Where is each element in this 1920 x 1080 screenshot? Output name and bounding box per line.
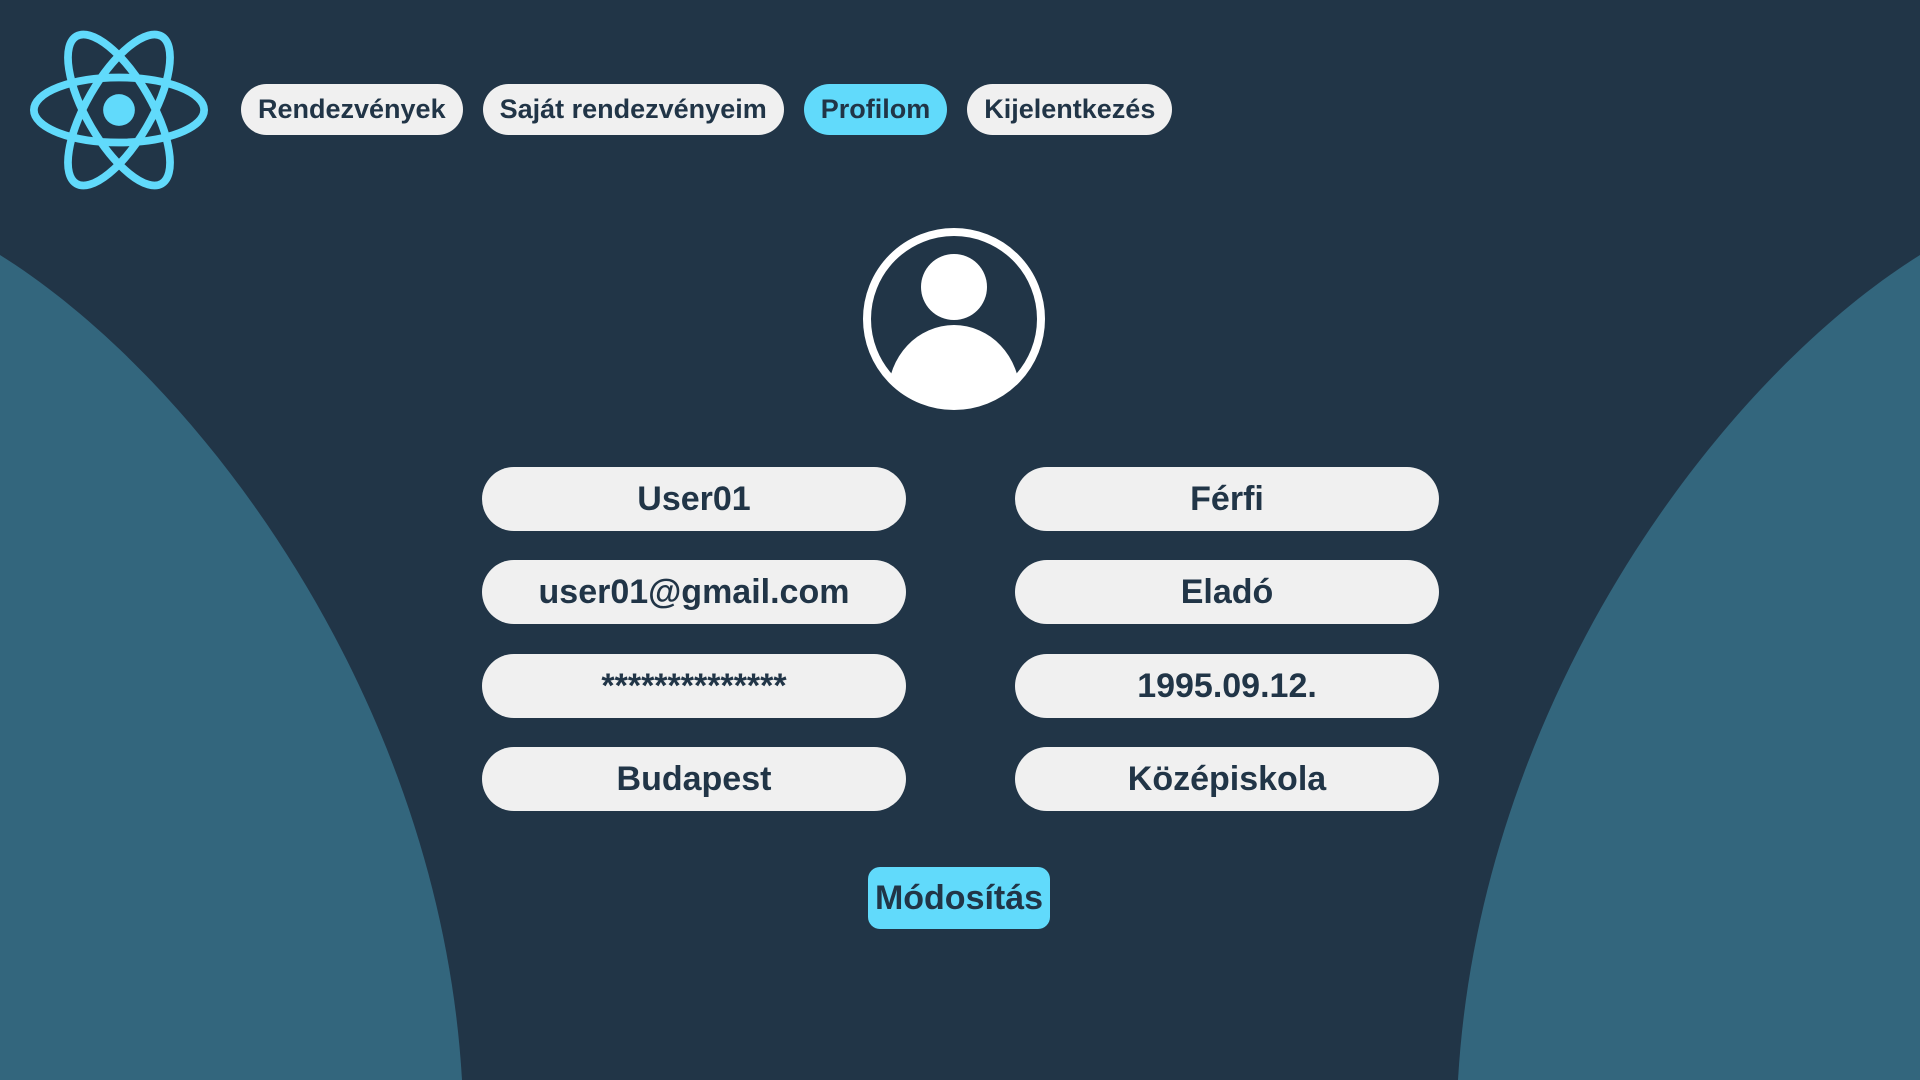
- role-field[interactable]: Eladó: [1015, 560, 1439, 624]
- nav-kijelentkezes-button[interactable]: Kijelentkezés: [967, 84, 1173, 135]
- email-field[interactable]: user01@gmail.com: [482, 560, 906, 624]
- username-field[interactable]: User01: [482, 467, 906, 531]
- left-curve: [0, 255, 462, 1080]
- birthdate-field[interactable]: 1995.09.12.: [1015, 654, 1439, 718]
- main-nav: Rendezvények Saját rendezvényeim Profilo…: [241, 84, 1173, 135]
- react-atom-icon[interactable]: [30, 30, 208, 190]
- nav-rendezvenyek-button[interactable]: Rendezvények: [241, 84, 463, 135]
- user-avatar-icon: [862, 227, 1046, 411]
- gender-field[interactable]: Férfi: [1015, 467, 1439, 531]
- right-curve: [1458, 255, 1920, 1080]
- modify-button[interactable]: Módosítás: [868, 867, 1050, 929]
- education-field[interactable]: Középiskola: [1015, 747, 1439, 811]
- nav-sajat-rendezvenyeim-button[interactable]: Saját rendezvényeim: [482, 84, 784, 135]
- password-field[interactable]: **************: [482, 654, 906, 718]
- city-field[interactable]: Budapest: [482, 747, 906, 811]
- nav-profilom-button[interactable]: Profilom: [803, 84, 948, 135]
